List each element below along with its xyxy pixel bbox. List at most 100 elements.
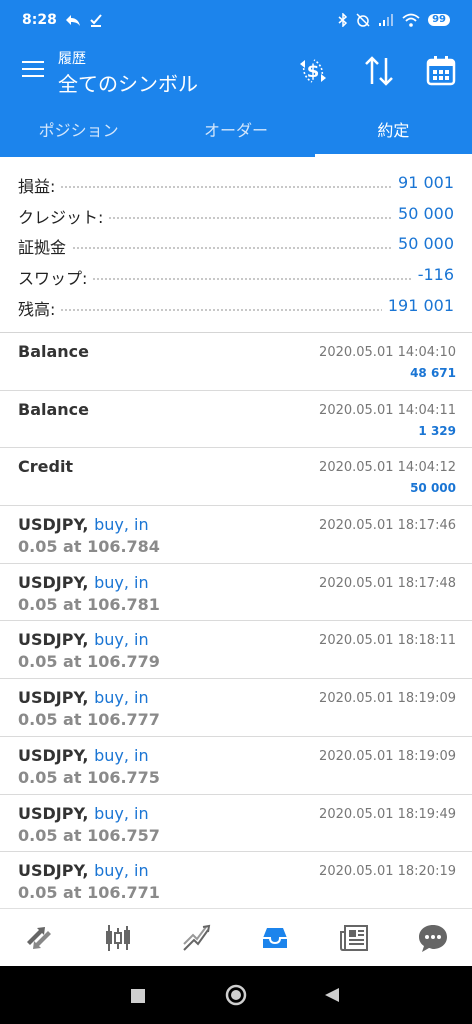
summary-row-deposit: 証拠金 50 000 — [0, 229, 472, 260]
deal-symbol: USDJPY, — [18, 861, 89, 881]
deal-detail: 0.05 at 106.775 — [18, 767, 160, 787]
wifi-icon — [402, 13, 420, 27]
summary-value: 91 001 — [392, 173, 454, 192]
deal-title: USDJPY, buy, in — [18, 630, 149, 649]
list-item[interactable]: USDJPY, buy, in 0.05 at 106.781 2020.05.… — [0, 564, 472, 622]
sort-icon[interactable] — [362, 54, 396, 88]
nav-quotes[interactable] — [0, 909, 79, 967]
nav-chat[interactable] — [393, 909, 472, 967]
deal-detail: 0.05 at 106.777 — [18, 710, 160, 730]
list-item[interactable]: USDJPY, buy, in 0.05 at 106.784 2020.05.… — [0, 506, 472, 564]
summary-row-profit: 損益: 91 001 — [0, 168, 472, 199]
summary-value: -116 — [411, 265, 454, 285]
deal-symbol: USDJPY, — [18, 630, 89, 650]
status-bar: 8:28 99 — [0, 0, 472, 40]
deal-date: 2020.05.01 18:19:09 — [319, 691, 456, 707]
list-item[interactable]: USDJPY, buy, in 0.05 at 106.757 2020.05.… — [0, 795, 472, 853]
summary-value: 191 001 — [381, 295, 454, 315]
system-nav-bar — [0, 966, 472, 1024]
deal-date: 2020.05.01 14:04:11 — [319, 402, 456, 418]
summary-value: 50 000 — [392, 234, 454, 254]
deal-title: USDJPY, buy, in — [18, 746, 149, 765]
list-item[interactable]: USDJPY, buy, in 0.05 at 106.775 2020.05.… — [0, 737, 472, 795]
deal-title: Balance — [18, 399, 89, 419]
list-item[interactable]: USDJPY, buy, in 0.05 at 106.779 2020.05.… — [0, 621, 472, 680]
top-bar: 8:28 99 履歴 全てのシンボル $ ポジション オーダー 約定 — [0, 0, 472, 157]
tab-deals[interactable]: 約定 — [315, 100, 472, 157]
deal-detail: 0.05 at 106.784 — [18, 537, 160, 557]
battery-icon: 99 — [428, 14, 450, 26]
history-icon — [263, 928, 288, 948]
deal-action: buy, in — [94, 515, 149, 535]
back-icon[interactable] — [324, 987, 340, 1003]
list-item[interactable]: Credit 2020.05.01 14:04:12 50 000 — [0, 448, 472, 507]
deal-action: buy, in — [94, 572, 149, 592]
summary-row-swap: スワップ: -116 — [0, 260, 472, 291]
deal-date: 2020.05.01 18:20:19 — [319, 864, 456, 880]
deal-amount: 48 671 — [410, 366, 456, 380]
summary-label: 証拠金 — [18, 234, 73, 259]
list-item[interactable]: USDJPY, buy, in 0.05 at 106.771 2020.05.… — [0, 852, 472, 910]
deal-title: USDJPY, buy, in — [18, 515, 149, 534]
deal-symbol: USDJPY, — [18, 803, 89, 823]
deal-symbol: USDJPY, — [18, 745, 89, 765]
deal-date: 2020.05.01 18:18:11 — [319, 633, 456, 649]
deals-list: Balance 2020.05.01 14:04:10 48 671 Balan… — [0, 333, 472, 910]
bottom-nav — [0, 908, 472, 967]
deal-symbol: USDJPY, — [18, 572, 89, 592]
symbol-filter-icon[interactable]: $ — [296, 54, 330, 88]
summary-row-balance: 残高: 191 001 — [0, 291, 472, 322]
dot-leader — [18, 247, 454, 250]
tab-bar: ポジション オーダー 約定 — [0, 100, 472, 157]
deal-title: Credit — [18, 457, 74, 477]
bluetooth-icon — [338, 13, 348, 27]
deal-detail: 0.05 at 106.781 — [18, 594, 160, 614]
home-icon[interactable] — [225, 984, 247, 1006]
list-item[interactable]: USDJPY, buy, in 0.05 at 106.777 2020.05.… — [0, 679, 472, 737]
summary-label: クレジット: — [18, 203, 110, 228]
menu-icon[interactable] — [22, 61, 44, 79]
deal-action: buy, in — [94, 803, 149, 823]
summary-label: スワップ: — [18, 265, 94, 290]
list-item[interactable]: Balance 2020.05.01 14:04:11 1 329 — [0, 391, 472, 449]
summary-label: 損益: — [18, 173, 62, 197]
deal-title: Balance — [18, 342, 89, 361]
signal-icon — [379, 14, 394, 26]
summary-label: 残高: — [18, 295, 62, 320]
deal-title: USDJPY, buy, in — [18, 573, 149, 592]
download-done-icon — [90, 14, 102, 27]
deal-date: 2020.05.01 18:17:48 — [319, 575, 456, 591]
nav-chart[interactable] — [79, 909, 158, 967]
deal-title: USDJPY, buy, in — [18, 861, 149, 880]
tab-positions[interactable]: ポジション — [0, 100, 157, 157]
calendar-icon[interactable] — [424, 54, 458, 88]
deal-action: buy, in — [94, 630, 149, 650]
deal-title: USDJPY, buy, in — [18, 804, 149, 823]
reply-icon — [65, 15, 80, 26]
deal-detail: 0.05 at 106.757 — [18, 825, 160, 845]
trade-icon — [182, 924, 210, 951]
deal-date: 2020.05.01 18:19:49 — [319, 806, 456, 822]
page-title[interactable]: 全てのシンボル — [58, 68, 198, 97]
quotes-icon — [27, 927, 52, 949]
news-icon — [340, 925, 369, 951]
nav-news[interactable] — [315, 909, 394, 967]
deal-date: 2020.05.01 18:19:09 — [319, 748, 456, 764]
list-item[interactable]: Balance 2020.05.01 14:04:10 48 671 — [0, 333, 472, 391]
deal-detail: 0.05 at 106.771 — [18, 883, 160, 903]
tab-orders[interactable]: オーダー — [157, 100, 314, 157]
summary-value: 50 000 — [392, 203, 454, 223]
summary-panel: 損益: 91 001 クレジット: 50 000 証拠金 50 000 スワップ… — [0, 168, 472, 321]
deal-date: 2020.05.01 14:04:10 — [319, 345, 456, 360]
deal-action: buy, in — [94, 688, 149, 708]
recents-icon[interactable] — [130, 988, 146, 1004]
deal-date: 2020.05.01 18:17:46 — [319, 518, 456, 534]
deal-symbol: USDJPY, — [18, 515, 89, 535]
deal-date: 2020.05.01 14:04:12 — [319, 460, 456, 476]
nav-trade[interactable] — [157, 909, 236, 967]
nav-history[interactable] — [236, 909, 315, 967]
page-subtitle: 履歴 — [58, 51, 86, 67]
deal-title: USDJPY, buy, in — [18, 688, 149, 707]
deal-action: buy, in — [94, 745, 149, 765]
summary-row-credit: クレジット: 50 000 — [0, 199, 472, 230]
